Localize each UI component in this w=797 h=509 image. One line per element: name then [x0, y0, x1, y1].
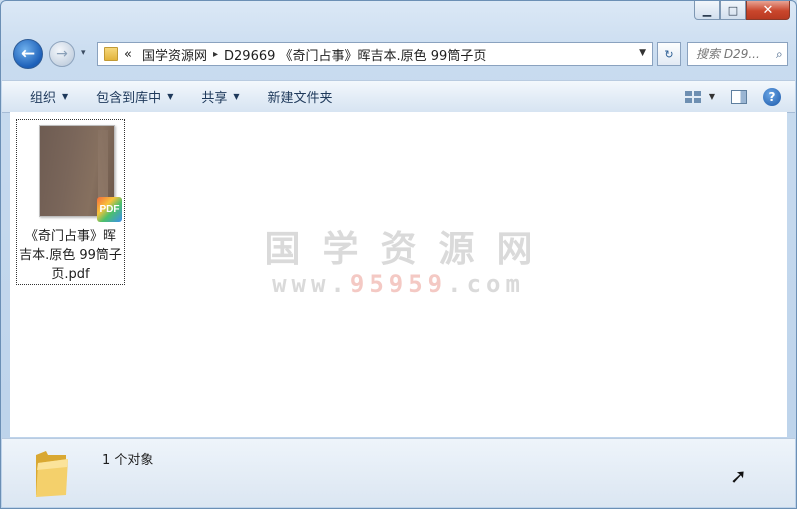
include-in-library-menu[interactable]: 包含到库中 ▼: [82, 81, 187, 112]
watermark-url-suffix: .com: [447, 270, 525, 298]
watermark-url-number: 95959: [349, 270, 448, 298]
breadcrumb-separator-icon[interactable]: ▸: [213, 49, 218, 60]
file-item-pdf[interactable]: PDF 《奇门占事》晖吉本.原色 99筒子页.pdf: [16, 119, 125, 285]
share-menu[interactable]: 共享 ▼: [187, 81, 253, 112]
address-bar[interactable]: « 国学资源网 ▸ D29669 《奇门占事》晖吉本.原色 99筒子页 ▼: [97, 42, 653, 66]
help-icon[interactable]: ?: [763, 87, 781, 106]
breadcrumb-item-root[interactable]: 国学资源网: [142, 45, 207, 64]
explorer-window: ▁ □ ✕ ← → ▾ « 国学资源网 ▸ D29669 《奇门占事》晖吉本.原…: [0, 0, 797, 509]
change-view-button[interactable]: ▼: [684, 90, 715, 103]
breadcrumb-item-current[interactable]: D29669 《奇门占事》晖吉本.原色 99筒子页: [224, 45, 486, 64]
back-button[interactable]: ←: [13, 39, 43, 69]
refresh-button[interactable]: ↻: [657, 42, 681, 66]
organize-label: 组织: [30, 91, 57, 106]
maximize-button[interactable]: □: [720, 1, 746, 20]
command-bar: 组织 ▼ 包含到库中 ▼ 共享 ▼ 新建文件夹 ▼ ?: [2, 80, 795, 113]
toolbar-right: ▼ ?: [684, 81, 781, 112]
chevron-down-icon: ▼: [62, 92, 69, 101]
organize-menu[interactable]: 组织 ▼: [2, 81, 82, 112]
details-pane: 1 个对象 ➚: [2, 438, 795, 507]
recent-pages-dropdown-icon[interactable]: ▾: [81, 48, 86, 58]
folder-icon: [104, 47, 118, 61]
caption-buttons: ▁ □ ✕: [694, 1, 790, 21]
search-box[interactable]: ⌕: [687, 42, 788, 66]
navigation-bar: ← → ▾ « 国学资源网 ▸ D29669 《奇门占事》晖吉本.原色 99筒子…: [13, 39, 788, 69]
chevron-down-icon: ▼: [167, 92, 174, 101]
new-folder-button[interactable]: 新建文件夹: [254, 81, 347, 112]
address-dropdown-icon[interactable]: ▼: [639, 48, 646, 58]
pdf-icon: PDF: [97, 197, 122, 222]
breadcrumb-overflow[interactable]: «: [124, 47, 132, 62]
include-in-library-label: 包含到库中: [96, 91, 162, 106]
mouse-cursor-icon: ➚: [730, 464, 747, 488]
forward-button[interactable]: →: [49, 41, 75, 67]
search-icon[interactable]: ⌕: [776, 47, 783, 62]
minimize-button[interactable]: ▁: [694, 1, 720, 20]
new-folder-label: 新建文件夹: [267, 91, 333, 106]
watermark-url-prefix: www.: [272, 270, 350, 298]
item-count: 1 个对象: [102, 453, 154, 468]
close-button[interactable]: ✕: [746, 1, 790, 20]
file-list-area[interactable]: 国学资源网 www.95959.com PDF 《奇门占事》晖吉本.原色 99筒…: [10, 112, 787, 437]
watermark: 国学资源网 www.95959.com: [10, 220, 787, 298]
view-grid-icon: [684, 90, 701, 103]
file-name: 《奇门占事》晖吉本.原色 99筒子页.pdf: [19, 229, 122, 282]
chevron-down-icon: ▼: [233, 92, 240, 101]
watermark-title: 国学资源网: [264, 229, 555, 270]
share-label: 共享: [201, 91, 228, 106]
folder-icon: [36, 451, 68, 497]
search-input[interactable]: [694, 46, 774, 62]
preview-pane-icon[interactable]: [731, 89, 747, 104]
watermark-url: www.95959.com: [10, 270, 787, 298]
chevron-down-icon: ▼: [708, 92, 715, 101]
refresh-icon: ↻: [664, 47, 674, 61]
